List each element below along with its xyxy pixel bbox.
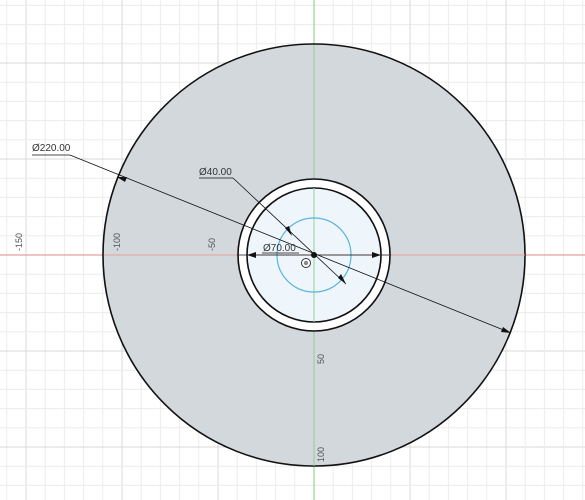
y-ruler-label-100: 100 xyxy=(316,447,326,462)
ring-diameter-label[interactable]: Ø70.00 xyxy=(263,243,296,254)
origin-marker-inner xyxy=(303,260,309,266)
x-ruler-label-minus-150: -150 xyxy=(14,233,24,251)
y-ruler-label-50: 50 xyxy=(316,354,326,364)
x-ruler-label-minus-50: -50 xyxy=(207,238,217,251)
sketch-canvas[interactable]: Ø220.00 Ø40.00 Ø70.00 -150 -100 -50 50 1… xyxy=(0,0,585,500)
outer-diameter-label[interactable]: Ø220.00 xyxy=(32,143,71,154)
x-ruler-label-minus-100: -100 xyxy=(112,233,122,251)
hole-diameter-label[interactable]: Ø40.00 xyxy=(199,167,232,178)
